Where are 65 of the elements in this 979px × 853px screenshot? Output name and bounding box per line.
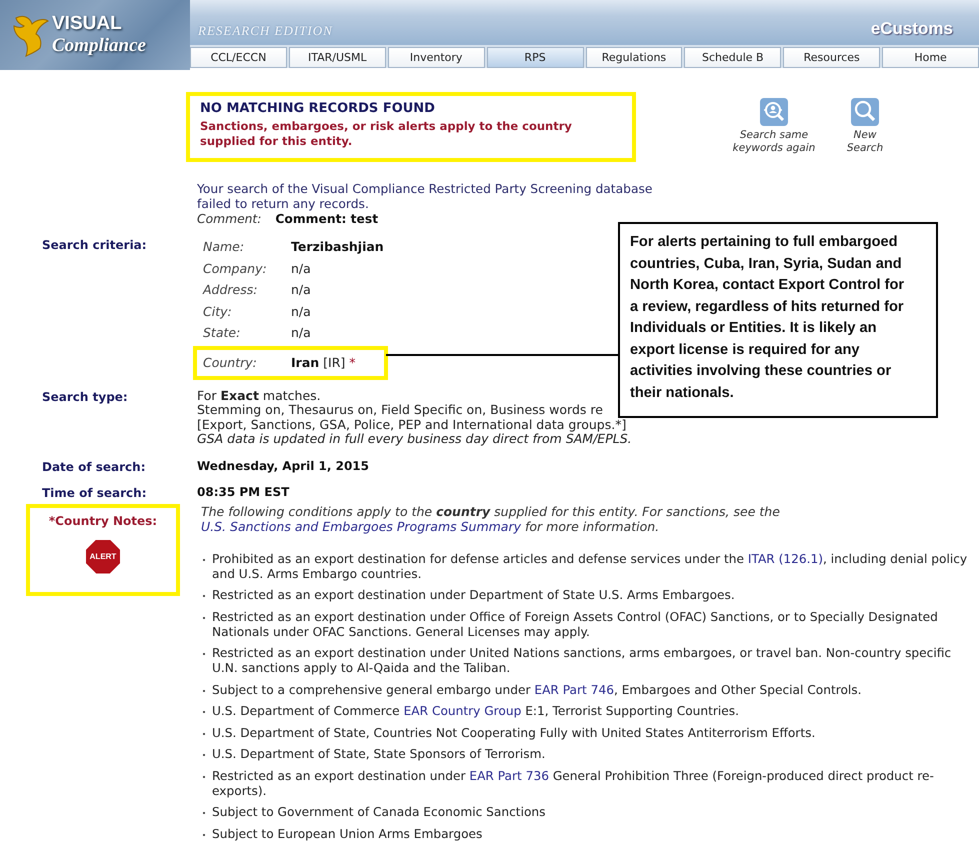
condition-text: Restricted as an export destination under Office of Foreign Assets Control (OFAC) Sanctions, or to Specially Designated Nationals under OFAC Sanctions. General Licenses may apply. (212, 610, 939, 640)
link[interactable]: ITAR (126.1) (748, 552, 824, 566)
search-type-line: Stemming on, Thesaurus on, Field Specific on, Business words re (197, 403, 603, 418)
field-name: Name: (203, 239, 246, 254)
link[interactable]: EAR Part 736 (469, 768, 549, 782)
product-name: eCustoms (870, 19, 953, 39)
search-type-line: For Exact matches. (197, 388, 321, 403)
field-value: n/a (291, 325, 311, 340)
result-title: NO MATCHING RECORDS FOUND (200, 101, 436, 116)
search-type-line: GSA data is updated in full every business day direct from SAM/EPLS. (197, 432, 632, 446)
condition-text: Prohibited as an export destination for defense articles and defense services under the ITAR (126.1), including denial policy and U.S. Arms Embargo countries. (212, 552, 968, 582)
search-icon (851, 98, 879, 126)
nav-tab[interactable]: Inventory (388, 47, 485, 68)
nav-tab[interactable]: Home (882, 47, 979, 68)
condition-text: Subject to European Union Arms Embargoes (212, 826, 482, 842)
logo-text: Compliance (52, 35, 146, 57)
comment-value: Comment: test (275, 212, 378, 226)
field-label: Date of search: (41, 460, 146, 474)
new-search-button[interactable]: New Search (840, 98, 890, 155)
condition-text: Subject to Government of Canada Economic Sanctions (212, 805, 546, 820)
field-value: n/a (291, 260, 311, 276)
condition-text: U.S. Department of State, Countries Not Cooperating Fully with United States Antiterrorism Efforts. (212, 726, 816, 740)
annotation-callout: For alerts pertaining to full embargoed countries, Cuba, Iran, Syria, Sudan and North Korea, contact Export Control for a review, regardless of hits returned for Individuals or Entities. It is likely an export license is required for any activities involving these countries or their nationals. (618, 222, 938, 418)
alert-stop-icon: ALERT (86, 540, 120, 574)
condition-text: Restricted as an export destination under Department of State U.S. Arms Embargoes. (212, 588, 735, 603)
field-label: Search criteria: (41, 238, 148, 252)
condition-text: U.S. Department of Commerce EAR Country Group E:1, Terrorist Supporting Countries. (212, 704, 740, 719)
search-time: 08:35 PM EST (196, 484, 290, 500)
field-name: Country: (203, 355, 258, 370)
search-type-line: [Export, Sanctions, GSA, Police, PEP and International data groups.*] (197, 418, 626, 432)
link[interactable]: EAR Part 746 (534, 682, 614, 696)
link[interactable]: U.S. Sanctions and Embargoes Programs Summary (201, 518, 522, 534)
nav-tab[interactable]: CCL/ECCN (190, 47, 287, 68)
country-code: [IR] (323, 355, 346, 370)
field-value: n/a (291, 304, 311, 319)
field-name: Company: (203, 260, 268, 276)
link[interactable]: EAR Country Group (404, 704, 522, 718)
search-summary: Your search of the Visual Compliance Restricted Party Screening database failed to return any records. (197, 182, 654, 212)
field-label: Time of search: (41, 486, 147, 500)
search-again-button[interactable]: Search same keywords again (724, 98, 824, 155)
field-value: Terzibashjian (291, 239, 384, 254)
country-notes-label: *Country Notes: (48, 514, 158, 528)
nav-tab[interactable]: Schedule B (684, 47, 782, 68)
search-person-icon (760, 98, 788, 126)
nav-tab[interactable]: Regulations (586, 47, 682, 68)
field-value: Iran (291, 355, 320, 370)
alert-marker: * (349, 355, 356, 370)
edition-label: RESEARCH EDITION (198, 23, 333, 39)
nav-tab[interactable]: RPS (486, 47, 584, 68)
field-name: Address: (203, 282, 258, 298)
notes-intro: The following conditions apply to the country supplied for this entity. For sanctions, see the U.S. Sanctions and Embargoes Programs Summary for more information. (200, 504, 781, 534)
field-name: State: (203, 325, 242, 340)
field-name: City: (203, 304, 233, 319)
field-value: n/a (291, 282, 311, 298)
condition-text: Restricted as an export destination under EAR Part 736 General Prohibition Three (Foreign-produced direct product re-exports). (212, 768, 935, 798)
nav-tab[interactable]: Resources (783, 47, 880, 68)
condition-text: U.S. Department of State, State Sponsors of Terrorism. (212, 747, 546, 762)
field-label: Search type: (41, 390, 128, 404)
logo-text: VISUAL (52, 13, 122, 35)
nav-tab[interactable]: ITAR/USML (288, 47, 386, 68)
alert-message: Sanctions, embargoes, or risk alerts apply to the country supplied for this entity. (200, 119, 573, 149)
condition-text: Subject to a comprehensive general embargo under EAR Part 746, Embargoes and Other Special Controls. (212, 682, 862, 698)
search-date: Wednesday, April 1, 2015 (196, 458, 370, 474)
condition-text: Restricted as an export destination under United Nations sanctions, arms embargoes, or travel ban. Non-country specific U.N. sanctions apply to Al-Qaida and the Taliban. (212, 646, 952, 676)
comment-label: Comment: (197, 212, 262, 226)
